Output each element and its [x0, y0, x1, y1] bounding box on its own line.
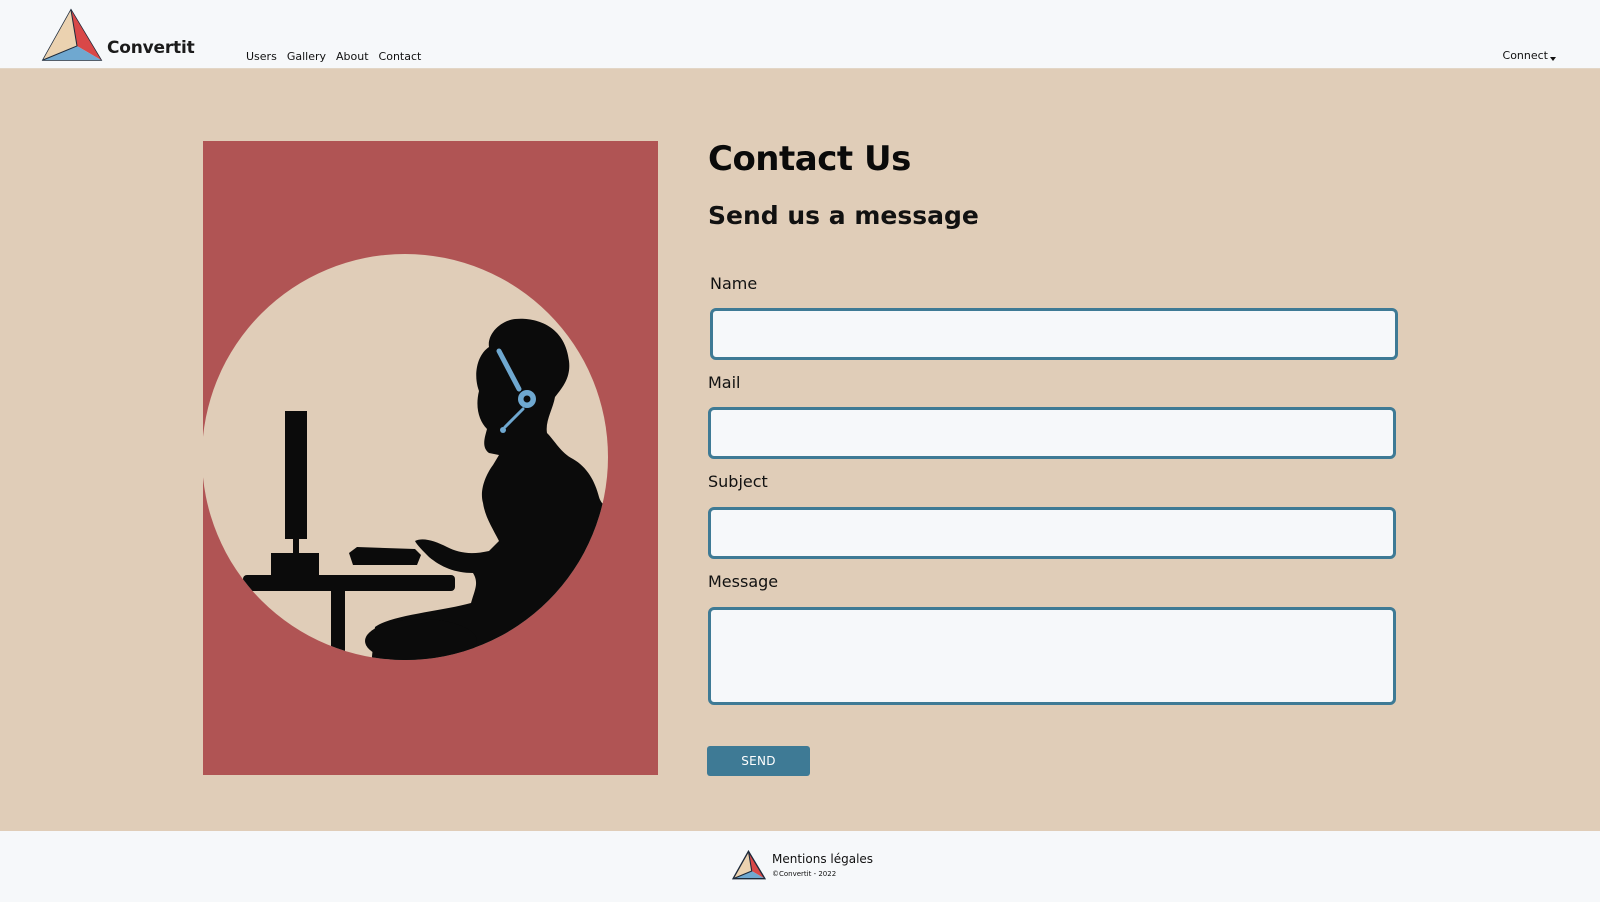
subject-label: Subject — [708, 472, 768, 491]
main-nav: Users Gallery About Contact — [246, 50, 421, 63]
subject-field[interactable] — [708, 507, 1396, 559]
page-title: Contact Us — [708, 139, 911, 179]
footer-text: Mentions légales ©Convertit - 2022 — [772, 852, 873, 878]
support-agent-silhouette — [203, 254, 608, 660]
mail-field[interactable] — [708, 407, 1396, 459]
message-textarea[interactable] — [708, 607, 1396, 705]
legal-notice-link[interactable]: Mentions légales — [772, 852, 873, 866]
connect-label: Connect — [1502, 49, 1548, 62]
name-field[interactable] — [710, 308, 1398, 360]
copyright-text: ©Convertit - 2022 — [772, 870, 837, 878]
connect-dropdown[interactable]: Connect — [1503, 49, 1556, 62]
triangle-logo-icon — [41, 8, 103, 61]
page-subtitle: Send us a message — [708, 201, 979, 230]
top-navbar: Convertit Users Gallery About Contact Co… — [0, 0, 1600, 69]
support-agent-illustration — [203, 141, 658, 775]
contact-form-panel: Contact Us Send us a message — [708, 139, 1398, 230]
nav-contact-link[interactable]: Contact — [379, 50, 422, 63]
contact-section: Contact Us Send us a message Name Mail S… — [0, 69, 1600, 831]
send-button[interactable]: SEND — [707, 746, 810, 776]
message-label: Message — [708, 572, 779, 591]
site-footer: Mentions légales ©Convertit - 2022 — [0, 831, 1600, 902]
footer-brand: Mentions légales ©Convertit - 2022 — [732, 850, 873, 880]
nav-users-link[interactable]: Users — [246, 50, 277, 63]
brand-link[interactable]: Convertit — [41, 8, 195, 62]
footer-logo-icon — [732, 850, 766, 880]
name-label: Name — [710, 274, 758, 293]
mail-label: Mail — [708, 373, 741, 392]
caret-down-icon — [1550, 56, 1556, 61]
nav-gallery-link[interactable]: Gallery — [287, 50, 326, 63]
nav-about-link[interactable]: About — [336, 50, 369, 63]
brand-name: Convertit — [107, 38, 195, 58]
